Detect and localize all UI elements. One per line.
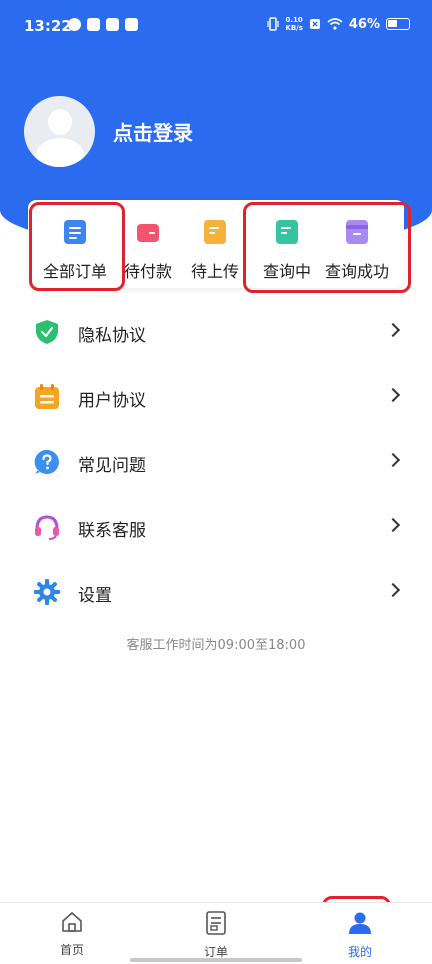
pending-payment-button[interactable]: 待付款 xyxy=(113,200,183,288)
headset-icon xyxy=(35,515,59,540)
user-icon xyxy=(349,912,371,934)
question-icon xyxy=(34,449,59,474)
profile-section[interactable]: 点击登录 xyxy=(24,96,193,167)
network-speed-unit: KB/s xyxy=(285,24,303,32)
notification-icons xyxy=(68,18,138,31)
upload-doc-icon xyxy=(204,220,226,244)
menu-item-label: 隐私协议 xyxy=(78,326,146,346)
pending-upload-label: 待上传 xyxy=(190,262,239,281)
querying-button[interactable]: 查询中 xyxy=(252,200,322,288)
clock-doc-icon xyxy=(276,220,298,244)
app-notification-icon xyxy=(106,18,119,31)
login-link[interactable]: 点击登录 xyxy=(113,117,193,146)
chevron-right-icon xyxy=(385,387,401,403)
wifi-icon xyxy=(327,18,343,30)
menu-item-customer-service[interactable]: 联系客服 xyxy=(0,495,432,560)
avatar[interactable] xyxy=(24,96,95,167)
chevron-right-icon xyxy=(385,517,401,533)
archive-icon xyxy=(346,220,368,244)
calendar-doc-icon xyxy=(35,384,59,409)
tab-home-label: 首页 xyxy=(59,943,84,957)
status-time: 13:22 xyxy=(24,17,72,35)
gear-icon xyxy=(34,579,60,605)
menu-item-label: 设置 xyxy=(78,586,112,606)
vibrate-icon xyxy=(267,17,279,31)
tab-orders[interactable]: 订单 xyxy=(176,911,256,960)
chevron-right-icon xyxy=(385,322,401,338)
mail-icon xyxy=(125,18,138,31)
bottom-nav: 首页 订单 我的 xyxy=(0,902,432,964)
chevron-right-icon xyxy=(385,582,401,598)
menu-item-privacy[interactable]: 隐私协议 xyxy=(0,300,432,365)
status-right: 0.10 KB/s 46% xyxy=(267,16,410,32)
tab-mine[interactable]: 我的 xyxy=(320,911,400,960)
no-sim-icon xyxy=(309,19,320,29)
shield-check-icon xyxy=(36,320,58,344)
tab-home[interactable]: 首页 xyxy=(32,911,112,958)
tiktok-icon xyxy=(87,18,100,31)
battery-icon xyxy=(386,18,410,30)
menu-item-faq[interactable]: 常见问题 xyxy=(0,430,432,495)
menu-item-label: 用户协议 xyxy=(78,391,146,411)
pending-upload-button[interactable]: 待上传 xyxy=(180,200,250,288)
order-list-icon xyxy=(206,911,226,935)
menu-item-settings[interactable]: 设置 xyxy=(0,560,432,625)
query-success-button[interactable]: 查询成功 xyxy=(322,200,392,288)
query-success-label: 查询成功 xyxy=(324,262,389,281)
menu-item-label: 常见问题 xyxy=(78,456,146,476)
app-notification-icon xyxy=(68,18,81,31)
network-speed-value: 0.10 xyxy=(285,16,303,24)
gesture-bar xyxy=(130,958,302,962)
all-orders-label: 全部订单 xyxy=(42,262,107,281)
chevron-right-icon xyxy=(385,452,401,468)
document-icon xyxy=(64,220,86,244)
network-speed: 0.10 KB/s xyxy=(285,16,302,32)
battery-percent: 46% xyxy=(348,16,380,32)
tab-mine-label: 我的 xyxy=(347,945,372,959)
order-shortcuts-card: 全部订单 待付款 待上传 查询中 查询成功 xyxy=(28,200,404,288)
status-bar: 13:22 0.10 KB/s 46% xyxy=(0,0,432,52)
menu-item-user-agreement[interactable]: 用户协议 xyxy=(0,365,432,430)
all-orders-button[interactable]: 全部订单 xyxy=(40,200,110,288)
service-hours-text: 客服工作时间为09:00至18:00 xyxy=(126,638,306,653)
settings-menu: 隐私协议 用户协议 常见问题 联系客服 设置 xyxy=(0,300,432,625)
home-icon xyxy=(62,912,82,932)
menu-item-label: 联系客服 xyxy=(78,521,146,541)
wallet-icon xyxy=(137,224,159,242)
